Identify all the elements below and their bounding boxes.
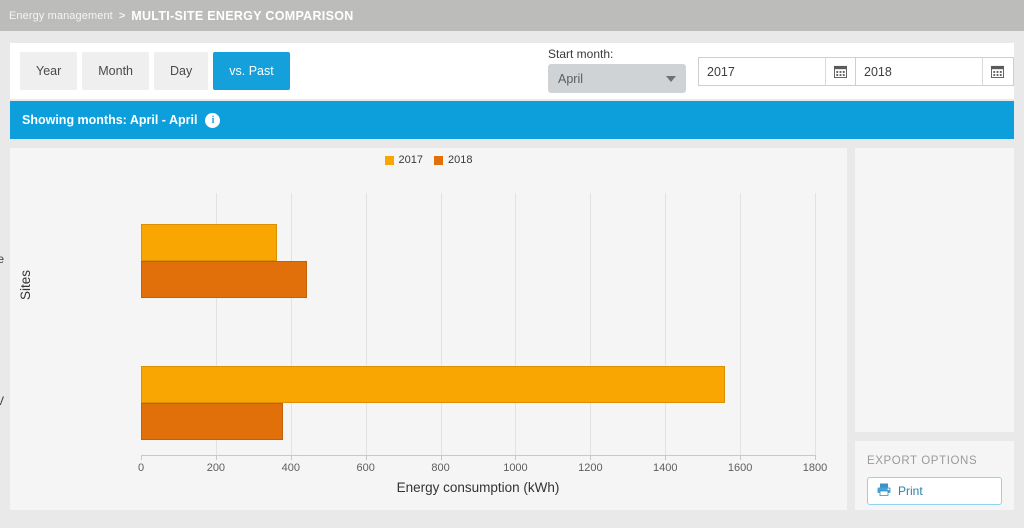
x-axis-line (141, 455, 816, 456)
breadcrumb: Energy management > MULTI-SITE ENERGY CO… (0, 0, 1024, 31)
calendar-icon-from[interactable] (825, 58, 855, 85)
range-button-year[interactable]: Year (20, 52, 78, 90)
legend-label-2018: 2018 (448, 154, 473, 166)
side-panel-empty (855, 148, 1014, 432)
x-tick-mark (515, 455, 517, 460)
print-button[interactable]: Print (867, 477, 1002, 505)
breadcrumb-separator-icon: > (118, 9, 126, 22)
x-tick-label: 200 (206, 462, 226, 474)
x-tick-label: 1400 (652, 462, 678, 474)
export-options-title: EXPORT OPTIONS (867, 455, 978, 467)
year-from-input[interactable] (699, 58, 825, 85)
bar-2017-1[interactable] (141, 224, 277, 262)
gridline (740, 193, 742, 455)
x-tick-label: 400 (281, 462, 300, 474)
showing-months-text: Showing months: April - April (22, 113, 198, 127)
x-tick-label: 1800 (802, 462, 828, 474)
page-body: Year Month Day vs. Past Start month: Apr… (0, 31, 1024, 510)
gridline (440, 193, 442, 455)
x-tick-label: 1200 (578, 462, 603, 474)
x-tick-label: 0 (137, 462, 145, 474)
plot-area (141, 193, 816, 455)
gridline (365, 193, 367, 455)
showing-months-banner: Showing months: April - April i (10, 101, 1014, 139)
gridline (665, 193, 667, 455)
breadcrumb-parent-link[interactable]: Energy management (9, 10, 113, 22)
calendar-icon-to[interactable] (982, 58, 1012, 85)
x-tick-mark (740, 455, 742, 460)
x-tick-mark (141, 455, 142, 460)
x-tick-mark (215, 455, 217, 460)
chevron-down-icon (666, 75, 676, 82)
chart-legend: 2017 2018 (10, 154, 847, 166)
gridline (590, 193, 592, 455)
category-label: Daikin Gent Office (0, 254, 4, 267)
bar-2018-1[interactable] (141, 261, 307, 299)
year-to-input[interactable] (856, 58, 982, 85)
gridline (515, 193, 517, 455)
legend-item-2018[interactable]: 2018 (434, 154, 472, 166)
bar-2017-2[interactable] (141, 365, 726, 403)
x-tick-mark (815, 455, 816, 460)
info-icon[interactable]: i (205, 112, 221, 128)
energy-comparison-chart: 2017 2018 Sites 0 200 400 600 800 1000 1200 140… (0, 148, 847, 510)
gridline (290, 193, 292, 455)
gridline (815, 193, 816, 455)
print-button-label: Print (898, 484, 923, 498)
year-range-controls (698, 57, 1014, 86)
legend-label-2017: 2017 (398, 154, 423, 166)
x-axis-title: Energy consumption (kWh) (396, 480, 560, 495)
x-tick-mark (590, 455, 592, 460)
legend-item-2017[interactable]: 2017 (384, 154, 423, 166)
x-tick-label: 1000 (503, 462, 528, 474)
bar-2018-2[interactable] (141, 402, 283, 440)
side-column: EXPORT OPTIONS Print (855, 148, 1014, 510)
x-tick-mark (290, 455, 292, 460)
start-month-value: April (558, 71, 584, 86)
x-tick-mark (665, 455, 667, 460)
range-button-group: Year Month Day vs. Past (20, 52, 290, 90)
year-to-field (856, 57, 1014, 86)
start-month-select[interactable]: April (548, 64, 686, 93)
x-tick-mark (365, 455, 367, 460)
year-from-field (698, 57, 856, 86)
page-title: MULTI-SITE ENERGY COMPARISON (131, 8, 354, 23)
range-button-day[interactable]: Day (154, 52, 209, 90)
category-label: Test iVRV (0, 395, 4, 408)
printer-icon (877, 483, 891, 499)
start-month-control: Start month: April (548, 47, 688, 93)
x-tick-label: 600 (356, 462, 375, 474)
range-button-month[interactable]: Month (82, 52, 150, 90)
content-area: 2017 2018 Sites 0 200 400 600 800 1000 1200 140… (0, 148, 1014, 510)
y-axis-title: Sites (18, 269, 33, 300)
filter-toolbar: Year Month Day vs. Past Start month: Apr… (10, 43, 1014, 99)
x-tick-label: 1600 (727, 462, 753, 474)
range-button-vs-past[interactable]: vs. Past (213, 52, 290, 90)
x-tick-mark (440, 455, 442, 460)
x-tick-label: 800 (431, 462, 450, 474)
start-month-label: Start month: (548, 47, 614, 61)
export-options-panel: EXPORT OPTIONS Print (855, 441, 1014, 510)
legend-swatch-2017 (384, 155, 394, 165)
legend-swatch-2018 (434, 155, 443, 165)
